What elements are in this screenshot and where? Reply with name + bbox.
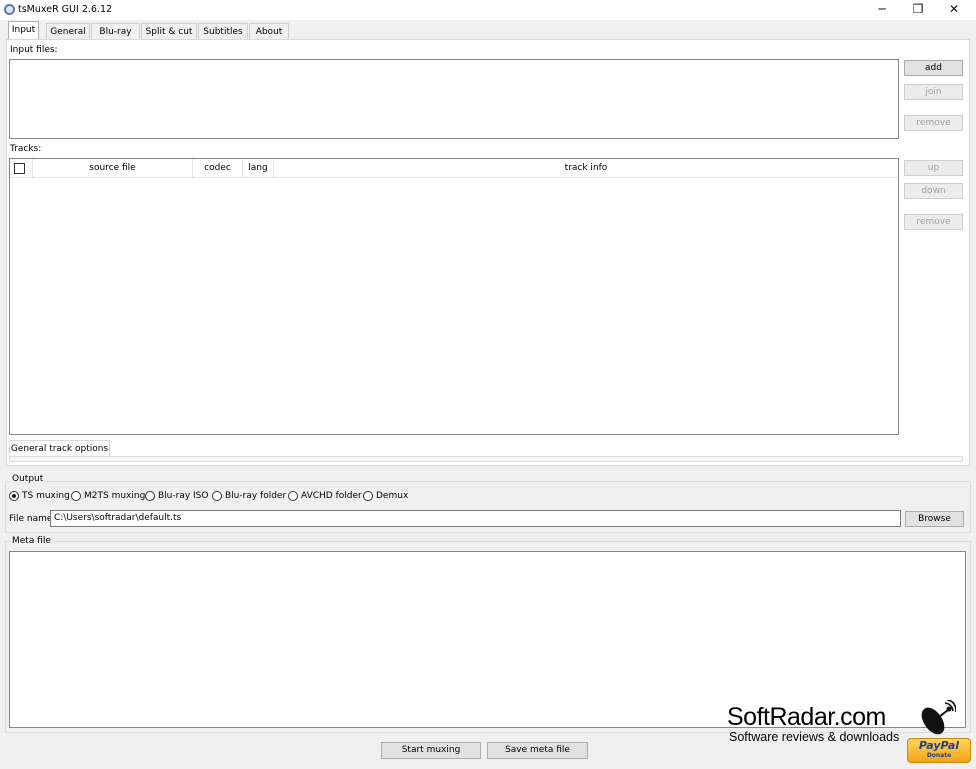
meta-file-textarea[interactable]: [9, 551, 966, 728]
radio-label: Blu-ray folder: [225, 491, 287, 501]
radio-label: M2TS muxing: [84, 491, 146, 501]
track-down-button[interactable]: down: [904, 183, 963, 199]
remove-track-button[interactable]: remove: [904, 214, 963, 230]
file-name-input[interactable]: C:\Users\softradar\default.ts: [50, 510, 901, 527]
tracks-table[interactable]: source file codec lang track info: [9, 158, 899, 435]
radio-button[interactable]: [71, 491, 81, 501]
radio-label: AVCHD folder: [301, 491, 362, 501]
add-button[interactable]: add: [904, 60, 963, 76]
maximize-icon[interactable]: ❐: [901, 0, 935, 20]
column-track-info[interactable]: track info: [274, 159, 898, 178]
tracks-label: Tracks:: [10, 144, 42, 154]
radio-label: Blu-ray ISO: [158, 491, 209, 501]
tab-general-track-options[interactable]: General track options: [9, 440, 110, 457]
title-bar: tsMuxeR GUI 2.6.12 ─ ❐ ✕: [0, 0, 976, 20]
browse-button[interactable]: Browse: [905, 511, 964, 527]
radio-blu-ray-iso[interactable]: Blu-ray ISO: [145, 491, 208, 503]
radio-blu-ray-folder[interactable]: Blu-ray folder: [212, 491, 286, 503]
radio-button[interactable]: [145, 491, 155, 501]
radio-avchd-folder[interactable]: AVCHD folder: [288, 491, 362, 503]
input-files-list[interactable]: [9, 59, 899, 139]
remove-file-button[interactable]: remove: [904, 115, 963, 131]
radio-m2ts-muxing[interactable]: M2TS muxing: [71, 491, 145, 503]
select-all-column: [10, 159, 33, 178]
start-muxing-button[interactable]: Start muxing: [381, 742, 481, 759]
tab-subtitles[interactable]: Subtitles: [198, 23, 248, 40]
radio-ts-muxing[interactable]: TS muxing: [9, 491, 70, 503]
tab-input[interactable]: Input: [8, 21, 39, 40]
window-title: tsMuxeR GUI 2.6.12: [18, 4, 113, 15]
paypal-donate-label: Donate: [926, 752, 952, 759]
column-lang[interactable]: lang: [243, 159, 274, 178]
radio-button[interactable]: [9, 491, 19, 501]
radio-button[interactable]: [212, 491, 222, 501]
minimize-icon[interactable]: ─: [865, 0, 899, 20]
output-label: Output: [10, 474, 46, 484]
file-name-label: File name: [9, 514, 53, 524]
column-source-file[interactable]: source file: [33, 159, 193, 178]
tab-about[interactable]: About: [249, 23, 289, 40]
satellite-dish-icon: [921, 700, 956, 735]
paypal-brand: PayPal: [918, 739, 960, 752]
radio-label: Demux: [376, 491, 409, 501]
track-up-button[interactable]: up: [904, 160, 963, 176]
input-files-label: Input files:: [10, 45, 58, 55]
save-meta-file-button[interactable]: Save meta file: [487, 742, 588, 759]
radio-demux[interactable]: Demux: [363, 491, 408, 503]
column-codec[interactable]: codec: [193, 159, 243, 178]
select-all-checkbox[interactable]: [14, 163, 25, 174]
track-options-panel: [9, 456, 963, 462]
app-icon: [4, 4, 15, 15]
paypal-donate-button[interactable]: PayPal Donate: [907, 738, 971, 763]
tab-split-cut[interactable]: Split & cut: [141, 23, 197, 40]
watermark-brand: SoftRadar.com: [727, 703, 886, 731]
join-button[interactable]: join: [904, 84, 963, 100]
radio-label: TS muxing: [22, 491, 70, 501]
close-icon[interactable]: ✕: [937, 0, 971, 20]
tab-blu-ray[interactable]: Blu-ray: [91, 23, 140, 40]
tracks-header: source file codec lang track info: [10, 159, 898, 178]
meta-file-label: Meta file: [10, 536, 53, 546]
radio-button[interactable]: [288, 491, 298, 501]
radio-button[interactable]: [363, 491, 373, 501]
watermark-tagline: Software reviews & downloads: [729, 730, 900, 744]
tab-general[interactable]: General: [46, 23, 90, 40]
